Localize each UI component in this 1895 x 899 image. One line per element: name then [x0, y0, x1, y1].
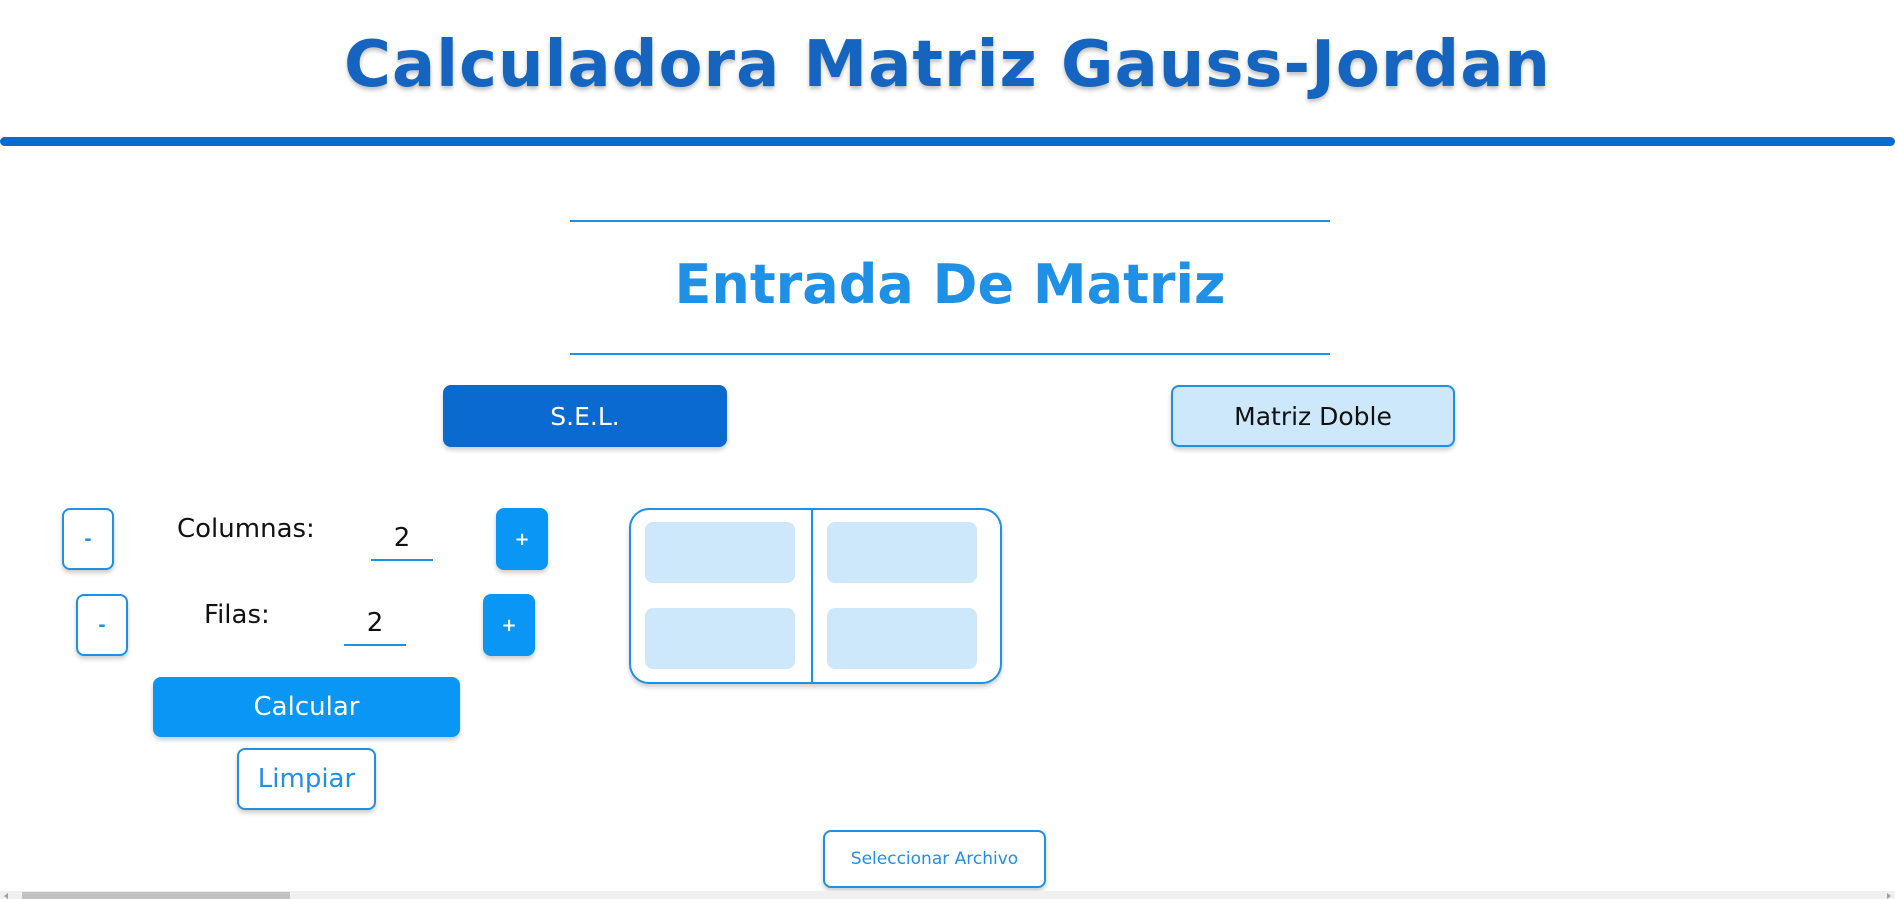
- columns-input[interactable]: [371, 517, 433, 561]
- section-divider-bottom: [570, 353, 1330, 355]
- app-title: Calculadora Matriz Gauss-Jordan: [344, 28, 1551, 102]
- scroll-left-icon[interactable]: [4, 893, 8, 899]
- calculate-button[interactable]: Calcular: [153, 677, 460, 737]
- page: Calculadora Matriz Gauss-Jordan Entrada …: [0, 0, 1895, 899]
- matrix-cell-1-2[interactable]: [827, 522, 977, 583]
- double-matrix-mode-button[interactable]: Matriz Doble: [1171, 385, 1455, 447]
- horizontal-scrollbar[interactable]: [0, 891, 1895, 899]
- matrix-cell-2-1[interactable]: [645, 608, 795, 669]
- columns-label: Columnas:: [177, 514, 315, 544]
- matrix-cell-1-1[interactable]: [645, 522, 795, 583]
- scroll-right-icon[interactable]: [1887, 893, 1891, 899]
- matrix-cell-2-2[interactable]: [827, 608, 977, 669]
- augmented-divider: [811, 510, 813, 682]
- sel-mode-button[interactable]: S.E.L.: [443, 385, 727, 447]
- section-title: Entrada De Matriz: [674, 253, 1226, 316]
- rows-increment-button[interactable]: +: [483, 594, 535, 656]
- section-divider-top: [570, 220, 1330, 222]
- columns-decrement-button[interactable]: -: [62, 508, 114, 570]
- rows-decrement-button[interactable]: -: [76, 594, 128, 656]
- select-file-button[interactable]: Seleccionar Archivo: [823, 830, 1046, 888]
- scrollbar-thumb[interactable]: [22, 892, 290, 899]
- rows-label: Filas:: [204, 600, 270, 630]
- columns-increment-button[interactable]: +: [496, 508, 548, 570]
- title-underline: [0, 137, 1895, 146]
- matrix-grid: [629, 508, 1002, 684]
- clear-button[interactable]: Limpiar: [237, 748, 376, 810]
- rows-input[interactable]: [344, 602, 406, 646]
